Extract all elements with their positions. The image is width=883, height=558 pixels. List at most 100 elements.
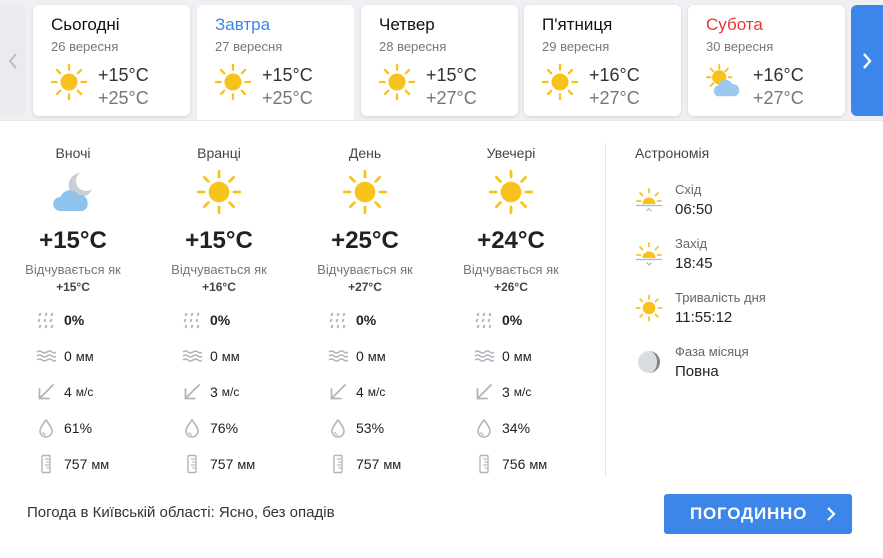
day-max-temp: +27°C (589, 88, 640, 108)
day-date: 29 вересня (542, 39, 610, 54)
day-card-thursday[interactable]: Четвер 28 вересня +15°C +27°C (361, 5, 518, 116)
precip-probability-value: 0% (356, 312, 377, 328)
precip-probability-value: 0% (64, 312, 85, 328)
precip-amount: 0 мм (474, 346, 532, 366)
rain-icon (328, 310, 348, 330)
rain-icon (474, 310, 494, 330)
chevron-right-icon (863, 52, 872, 69)
wind: 3 м/с (474, 382, 531, 402)
sun-icon (635, 294, 663, 322)
rain-icon (36, 310, 56, 330)
period-temp: +15°C (39, 227, 107, 254)
hourly-button[interactable]: погодинно (664, 494, 852, 534)
sunset-label: Захід (675, 236, 708, 251)
day-card-today[interactable]: Сьогодні 26 вересня +15°C +25°C (33, 5, 190, 116)
rain-icon (182, 310, 202, 330)
wind-direction-icon (182, 382, 202, 402)
humidity-value: 76% (210, 420, 239, 436)
day-date: 27 вересня (215, 39, 283, 54)
sunset-time: 18:45 (675, 255, 713, 272)
waves-icon (474, 346, 494, 366)
day-card-tomorrow[interactable]: Завтра 27 вересня +15°C +25°C (197, 5, 354, 125)
day-max-temp: +25°C (98, 88, 149, 108)
barometer-icon (474, 454, 494, 474)
period-temp: +15°C (185, 227, 253, 254)
precip-amount: 0 мм (182, 346, 240, 366)
day-max-temp: +27°C (753, 88, 804, 108)
barometer-icon (182, 454, 202, 474)
moon-phase-label: Фаза місяця (675, 344, 749, 359)
wind-unit: м/с (221, 385, 240, 399)
day-length-label: Тривалість дня (675, 290, 766, 305)
precip-probability: 0% (328, 310, 376, 330)
wind: 3 м/с (182, 382, 239, 402)
wind: 4 м/с (328, 382, 385, 402)
pressure-value: 756 (502, 456, 526, 472)
pressure-value: 757 (64, 456, 88, 472)
humidity: 61% (36, 418, 92, 438)
day-min-temp: +16°C (589, 65, 640, 85)
feels-like-label: Відчувається як (463, 262, 559, 277)
humidity: 76% (182, 418, 238, 438)
period-temp: +25°C (331, 227, 399, 254)
wind-value: 3 (502, 384, 510, 400)
day-min-temp: +15°C (426, 65, 477, 85)
period-label: Увечері (486, 145, 536, 161)
humidity-value: 53% (356, 420, 385, 436)
wind-unit: м/с (513, 385, 532, 399)
sun-icon (488, 169, 534, 215)
sunrise-time: 06:50 (675, 201, 713, 218)
day-card-friday[interactable]: П'ятниця 29 вересня +16°C +27°C (524, 5, 681, 116)
wind: 4 м/с (36, 382, 93, 402)
hourly-button-label: погодинно (690, 504, 808, 523)
day-detail-panel: Вночі +15°C Відчувається як +15°C 0% 0 мм… (0, 120, 883, 558)
sun-icon (342, 169, 388, 215)
moon-phase-value: Повна (675, 363, 719, 380)
wind-direction-icon (328, 382, 348, 402)
pressure-unit: мм (383, 456, 402, 472)
waves-icon (182, 346, 202, 366)
humidity-drop-icon (328, 418, 348, 438)
waves-icon (328, 346, 348, 366)
wind-unit: м/с (367, 385, 386, 399)
sunrise-label: Схід (675, 182, 702, 197)
feels-like-label: Відчувається як (25, 262, 121, 277)
sun-icon (196, 169, 242, 215)
day-max-temp: +25°C (262, 88, 313, 108)
wind-value: 4 (64, 384, 72, 400)
day-card-saturday[interactable]: Субота 30 вересня +16°C +27°C (688, 5, 845, 116)
humidity-value: 61% (64, 420, 93, 436)
precip-unit: мм (513, 348, 532, 364)
weather-summary: Погода в Київській області: Ясно, без оп… (27, 504, 335, 521)
humidity-value: 34% (502, 420, 531, 436)
day-name: Завтра (215, 15, 271, 34)
day-date: 28 вересня (379, 39, 447, 54)
pressure-unit: мм (237, 456, 256, 472)
humidity-drop-icon (182, 418, 202, 438)
day-max-temp: +27°C (426, 88, 477, 108)
day-min-temp: +15°C (98, 65, 149, 85)
day-min-temp: +16°C (753, 65, 804, 85)
day-name: Четвер (379, 15, 435, 34)
pressure: 757 мм (36, 454, 109, 474)
prev-days-button[interactable] (0, 5, 26, 116)
moon-phase-icon (635, 348, 663, 376)
feels-like-value: +26°C (494, 280, 528, 294)
day-date: 30 вересня (706, 39, 774, 54)
sunset-icon (635, 240, 663, 268)
feels-like-label: Відчувається як (317, 262, 413, 277)
next-days-button[interactable] (851, 5, 883, 116)
humidity-drop-icon (474, 418, 494, 438)
feels-like-value: +15°C (56, 280, 90, 294)
wind-direction-icon (474, 382, 494, 402)
precip-probability-value: 0% (502, 312, 523, 328)
pressure: 757 мм (182, 454, 255, 474)
sun-icon (541, 63, 579, 101)
pressure: 757 мм (328, 454, 401, 474)
day-length-value: 11:55:12 (675, 309, 733, 326)
day-name: Субота (706, 15, 763, 34)
precip-amount-value: 0 (502, 348, 510, 364)
sunrise-icon (635, 186, 663, 214)
sun-cloud-icon (705, 63, 743, 101)
pressure-unit: мм (91, 456, 110, 472)
